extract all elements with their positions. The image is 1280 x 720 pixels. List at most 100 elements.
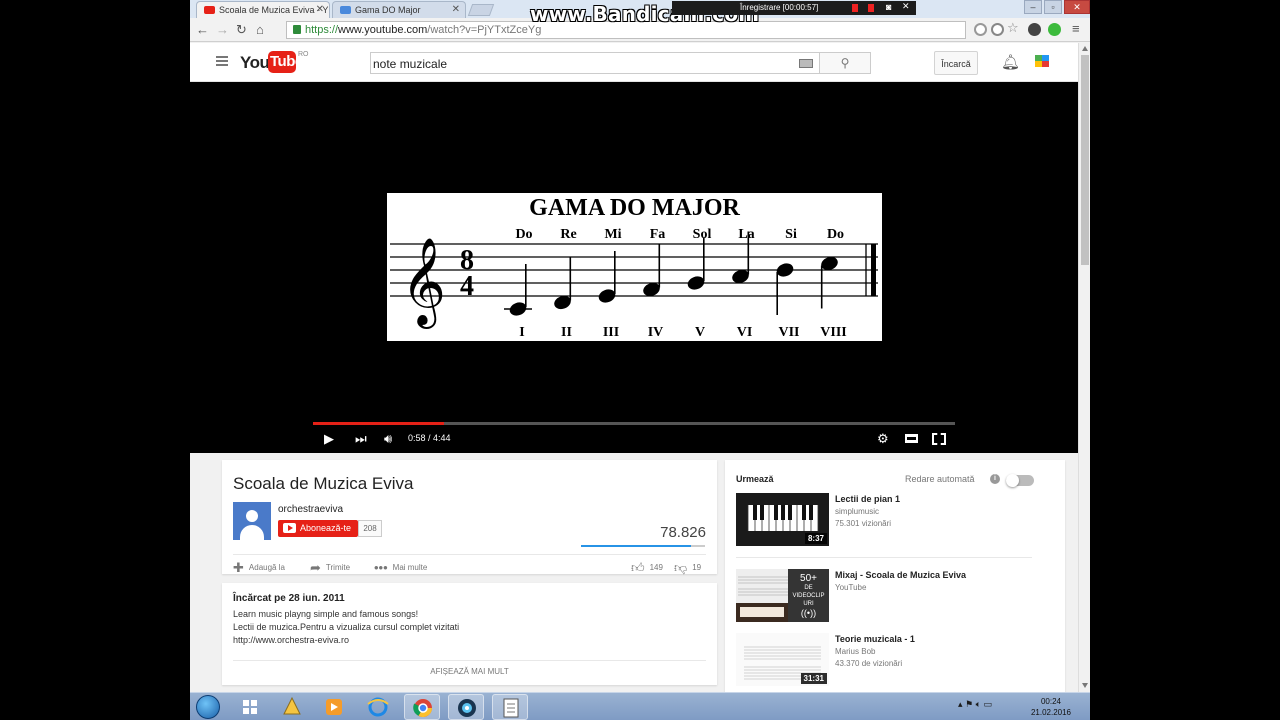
menu-icon[interactable]: ≡ [1072,21,1080,36]
info-icon[interactable]: i [990,474,1000,484]
video-duration: 8:37 [804,533,827,544]
search-input[interactable]: note muzicale [370,52,820,74]
tab-youtube[interactable]: Scoala de Muzica Eviva - Y ✕ [196,1,330,18]
close-window-button[interactable]: ✕ [1064,0,1090,14]
playlist-label: URI [803,601,814,607]
tab-gama[interactable]: Gama DO Major ✕ [332,1,466,18]
search-button[interactable]: ⚲ [819,52,871,74]
star-icon[interactable]: ☆ [1007,20,1020,35]
browser-window: Scoala de Muzica Eviva - Y ✕ Gama DO Maj… [190,0,1090,692]
treble-clef-icon: 𝄞 [401,236,446,329]
related-video-title[interactable]: Teorie muzicala - 1 [835,634,915,644]
dislike-button[interactable]: 👎︎ 19 [674,560,701,576]
related-video-title[interactable]: Mixaj - Scoala de Muzica Eviva [835,570,966,580]
description-line: Lectii de muzica.Pentru a vizualiza curs… [233,622,460,632]
new-tab-button[interactable] [467,4,495,16]
next-icon[interactable]: ⏭︎ [355,431,367,447]
screen: Scoala de Muzica Eviva - Y ✕ Gama DO Maj… [0,0,1280,720]
theater-icon[interactable] [905,434,918,443]
share-label: Trimite [325,563,351,572]
playlist-count: 50+ [800,573,817,584]
progress-bar[interactable] [313,422,955,425]
scroll-thumb[interactable] [1081,55,1089,265]
video-thumbnail[interactable]: 8:37 [736,493,829,546]
related-video[interactable]: 8:37 Lectii de pian 1 simplumusic 75.301… [736,493,1036,547]
recording-toolbar: Înregistrare [00:00:57] ◙ ✕ [672,1,916,15]
subscribe-button[interactable]: Abonează-te [278,520,358,537]
svg-text:𝄞: 𝄞 [401,236,446,329]
bell-icon[interactable]: 🔔︎ [1001,53,1020,71]
video-thumbnail[interactable]: 31:31 [736,633,829,686]
scale-degree: II [561,325,572,340]
volume-icon[interactable]: 🔊︎ [384,431,392,447]
more-dots-icon: ••• [374,560,388,575]
maximize-button[interactable]: ▫ [1044,0,1062,14]
extension-icon[interactable] [1028,23,1041,36]
final-barline [871,244,876,296]
bandicam-taskbar-icon[interactable] [448,694,484,720]
close-tab-icon[interactable]: ✕ [316,4,324,15]
page-scrollbar[interactable] [1078,43,1090,692]
show-more-button[interactable]: AFIȘEAZĂ MAI MULT [222,667,717,676]
youtube-logo-you[interactable]: You [240,53,270,73]
more-button[interactable]: ••• Mai multe [374,560,427,575]
gear-icon[interactable]: ⚙ [877,431,889,447]
system-tray[interactable]: ▴ ⚑ 🔈︎ ▭ [958,699,992,710]
document-taskbar-icon[interactable] [492,694,528,720]
play-icon[interactable]: ▶ [324,431,334,447]
related-mix[interactable]: 50+ DE VIDEOCLIP URI ((•)) Mixaj - Scoal… [736,569,1036,623]
forward-icon[interactable]: → [216,22,229,37]
chrome-taskbar-icon[interactable] [404,694,440,720]
channel-name-link[interactable]: orchestraeviva [278,504,343,515]
reload-icon[interactable]: ↻ [236,22,247,38]
search-icon: ⚲ [840,56,850,70]
mix-thumbnail[interactable]: 50+ DE VIDEOCLIP URI ((•)) [736,569,829,622]
start-button[interactable] [196,695,220,719]
extension-green-icon[interactable] [1048,23,1061,36]
record-icon[interactable] [852,4,858,12]
up-next-sidebar: Urmează Redare automată i 8:37 Lectii de… [725,460,1065,692]
tab-label: Gama DO Major [355,5,421,15]
related-video[interactable]: 31:31 Teorie muzicala - 1 Marius Bob 43.… [736,633,1036,687]
related-video-title[interactable]: Lectii de pian 1 [835,494,900,504]
scale-degree: V [695,325,705,340]
url-path: /watch?v=PjYTxtZceYg [427,24,542,36]
region-label: RO [298,51,309,58]
scroll-down-icon[interactable] [1082,683,1088,688]
description-link[interactable]: http://www.orchestra-eviva.ro [233,635,349,645]
up-next-heading: Urmează [736,474,774,484]
taskbar-clock[interactable]: 00:24 21.02.2016 [1026,696,1076,718]
account-avatar-icon[interactable] [1035,55,1049,67]
autoplay-label: Redare automată [905,474,975,484]
zoom-icon[interactable] [991,23,1004,36]
close-tab-icon[interactable]: ✕ [452,4,460,15]
autoplay-toggle[interactable] [1006,474,1034,487]
shield-icon[interactable] [974,23,987,36]
minimize-button[interactable]: – [1024,0,1042,14]
guide-menu-icon[interactable] [216,56,228,66]
scale-degree: VI [737,325,753,340]
keyboard-icon[interactable] [799,59,813,68]
media-player-icon[interactable] [316,694,352,720]
home-icon[interactable]: ⌂ [256,22,264,37]
stop-icon[interactable] [868,4,874,12]
scroll-up-icon[interactable] [1082,46,1088,51]
upload-button[interactable]: Încarcă [934,51,978,75]
share-button[interactable]: ➦ Trimite [310,560,350,576]
windows-logo-icon[interactable] [232,694,268,720]
add-to-button[interactable]: ✚ Adaugă la [233,560,285,576]
scale-degree: VII [778,325,799,340]
camera-icon[interactable]: ◙ [886,2,891,12]
app-icon[interactable] [274,694,310,720]
internet-explorer-icon[interactable] [360,694,396,720]
back-icon[interactable]: ← [196,22,209,37]
like-button[interactable]: 👍︎ 149 [631,560,663,576]
youtube-logo-tube[interactable]: Tube [268,51,303,73]
channel-avatar[interactable] [233,502,271,540]
fullscreen-icon[interactable] [932,433,946,445]
add-to-label: Adaugă la [248,563,285,572]
video-player[interactable]: GAMA DO MAJOR 𝄞 8 4 Do I Re II Mi III Fa IV Sol V La… [190,82,1078,453]
close-recorder-icon[interactable]: ✕ [902,1,910,12]
share-icon: ➦ [310,560,321,575]
subscriber-count: 208 [358,520,382,537]
